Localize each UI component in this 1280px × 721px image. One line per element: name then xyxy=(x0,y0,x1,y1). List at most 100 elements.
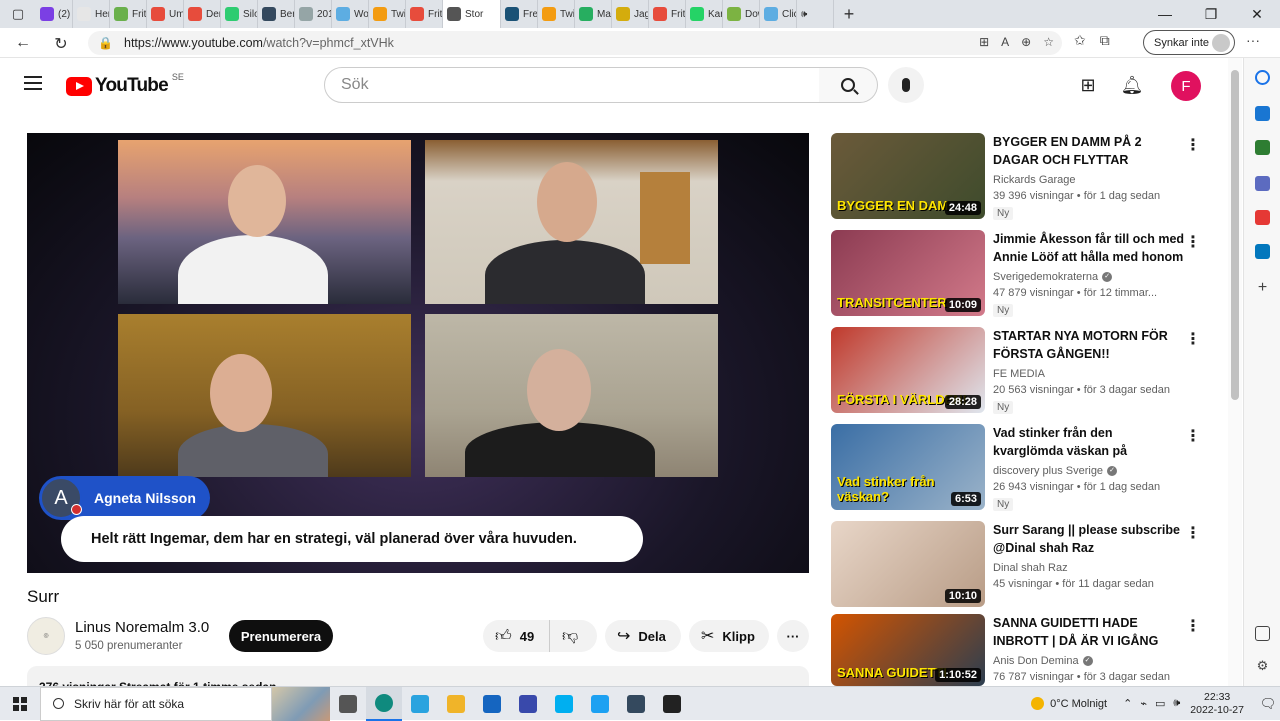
recommended-title[interactable]: Vad stinker från den kvarglömda väskan p… xyxy=(993,424,1185,460)
recommended-video[interactable]: TRANSITCENTER 10:09 Jimmie Åkesson får til… xyxy=(831,230,1211,320)
recommended-channel[interactable]: discovery plus Sverige ✓ xyxy=(993,465,1118,477)
taskbar-app[interactable] xyxy=(510,687,546,721)
taskbar-app[interactable] xyxy=(330,687,366,721)
refresh-button[interactable]: ↻ xyxy=(42,34,80,54)
browser-tab[interactable]: Click xyxy=(760,0,797,28)
page-scrollbar[interactable] xyxy=(1228,58,1242,686)
recommended-channel[interactable]: Anis Don Demina ✓ xyxy=(993,655,1093,667)
start-button[interactable] xyxy=(0,687,40,721)
browser-tab[interactable]: Hem xyxy=(73,0,110,28)
browser-tab[interactable]: 201 xyxy=(295,0,332,28)
sidebar-shopping-icon[interactable] xyxy=(1255,106,1270,121)
tab-audio-icon[interactable]: 🕪︎ xyxy=(797,0,834,28)
more-actions-button[interactable]: ··· xyxy=(777,620,809,652)
video-thumbnail[interactable]: TRANSITCENTER 10:09 xyxy=(831,230,985,316)
clock[interactable]: 22:33 2022-10-27 xyxy=(1190,691,1244,717)
weather-widget[interactable]: 0°C Molnigt xyxy=(1031,697,1107,710)
subscribe-button[interactable]: Prenumerera xyxy=(229,620,333,652)
browser-tab[interactable]: Fritj xyxy=(406,0,443,28)
browser-tab[interactable]: Berg xyxy=(258,0,295,28)
recommended-video[interactable]: FÖRSTA I VÄRLDEN! 28:28 STARTAR NYA MOTORN… xyxy=(831,327,1211,417)
channel-avatar[interactable]: ◎ xyxy=(27,617,65,655)
more-vertical-icon[interactable]: ⋮ xyxy=(1185,329,1201,349)
minimize-button[interactable]: — xyxy=(1142,6,1188,23)
notifications-bell-icon[interactable]: 🔔︎ xyxy=(1121,74,1144,96)
favorite-star-icon[interactable]: ☆ xyxy=(1043,35,1054,49)
video-player[interactable]: A Agneta Nilsson Helt rätt Ingemar, dem … xyxy=(27,133,809,573)
recommended-channel[interactable]: Rickards Garage xyxy=(993,174,1076,186)
recommended-channel[interactable]: Dinal shah Raz xyxy=(993,562,1068,574)
zoom-icon[interactable]: ⊕ xyxy=(1021,35,1031,49)
battery-icon[interactable]: ▭ xyxy=(1155,697,1165,710)
taskbar-app[interactable] xyxy=(366,686,402,721)
more-vertical-icon[interactable]: ⋮ xyxy=(1185,426,1201,446)
tray-chevron-icon[interactable]: ⌃ xyxy=(1123,697,1132,710)
browser-tab[interactable]: Kart xyxy=(686,0,723,28)
recommended-video[interactable]: BYGGER EN DAM 24:48 BYGGER EN DAMM PÅ 2 DA… xyxy=(831,133,1211,223)
tab-actions-icon[interactable]: ▢ xyxy=(0,0,36,28)
taskbar-app[interactable] xyxy=(402,687,438,721)
restore-button[interactable]: ❐ xyxy=(1188,6,1234,23)
url-field[interactable]: 🔒 https://www.youtube.com/watch?v=phmcf_… xyxy=(88,31,1062,55)
voice-search-button[interactable] xyxy=(888,67,924,103)
scrollbar-thumb[interactable] xyxy=(1231,70,1239,400)
sidebar-games-icon[interactable] xyxy=(1255,176,1270,191)
recommended-channel[interactable]: Sverigedemokraterna ✓ xyxy=(993,271,1113,283)
recommended-video[interactable]: SANNA GUIDETTI 1:10:52 SANNA GUIDETTI HADE… xyxy=(831,614,1211,686)
taskbar-app[interactable] xyxy=(438,687,474,721)
profile-sync-button[interactable]: Synkar inte xyxy=(1143,30,1235,55)
sidebar-search-icon[interactable] xyxy=(1255,70,1270,85)
favorites-icon[interactable]: ✩ xyxy=(1074,32,1086,49)
browser-tab[interactable]: Jag xyxy=(612,0,649,28)
more-vertical-icon[interactable]: ⋮ xyxy=(1185,232,1201,252)
search-input[interactable]: Sök xyxy=(324,67,820,103)
browser-tab[interactable]: Twit xyxy=(369,0,406,28)
browser-tab[interactable]: Umo xyxy=(147,0,184,28)
browser-tab[interactable]: Silo xyxy=(221,0,258,28)
browser-tab[interactable]: Twit xyxy=(538,0,575,28)
more-vertical-icon[interactable]: ⋮ xyxy=(1185,523,1201,543)
video-thumbnail[interactable]: BYGGER EN DAM 24:48 xyxy=(831,133,985,219)
recommended-title[interactable]: STARTAR NYA MOTORN FÖR FÖRSTA GÅNGEN!! xyxy=(993,327,1185,363)
browser-tab[interactable]: (2) S xyxy=(36,0,73,28)
video-thumbnail[interactable]: FÖRSTA I VÄRLDEN! 28:28 xyxy=(831,327,985,413)
sidebar-layout-icon[interactable] xyxy=(1255,626,1270,641)
recommended-title[interactable]: BYGGER EN DAMM PÅ 2 DAGAR OCH FLYTTAR EL… xyxy=(993,133,1185,169)
browser-menu-icon[interactable]: ··· xyxy=(1246,32,1260,48)
collections-icon[interactable]: ⧉ xyxy=(1100,32,1110,49)
notifications-icon[interactable]: 🗨︎ xyxy=(1256,696,1280,712)
recommended-video[interactable]: Vad stinker från väskan? 6:53 Vad stinker … xyxy=(831,424,1211,514)
taskbar-app[interactable] xyxy=(582,687,618,721)
like-button[interactable]: 👍︎ 49 xyxy=(483,620,549,652)
sidebar-settings-icon[interactable]: ⚙ xyxy=(1255,658,1270,673)
video-thumbnail[interactable]: 10:10 xyxy=(831,521,985,607)
more-vertical-icon[interactable]: ⋮ xyxy=(1185,135,1201,155)
more-vertical-icon[interactable]: ⋮ xyxy=(1185,616,1201,636)
browser-tab[interactable]: Fritj xyxy=(649,0,686,28)
search-button[interactable] xyxy=(819,67,878,103)
taskbar-app[interactable] xyxy=(654,687,690,721)
app-available-icon[interactable]: ⊞ xyxy=(979,35,989,49)
clip-button[interactable]: ✂ Klipp xyxy=(689,620,769,652)
new-tab-button[interactable]: + xyxy=(834,4,864,25)
create-video-icon[interactable]: ⊞ xyxy=(1077,74,1099,96)
read-aloud-icon[interactable]: A xyxy=(1001,35,1009,49)
channel-name[interactable]: Linus Noremalm 3.0 xyxy=(75,619,209,636)
share-button[interactable]: ↪ Dela xyxy=(605,620,681,652)
back-button[interactable]: ← xyxy=(4,34,42,52)
menu-icon[interactable] xyxy=(24,76,42,90)
taskbar-app[interactable] xyxy=(474,687,510,721)
recommended-title[interactable]: Jimmie Åkesson får till och med Annie Lö… xyxy=(993,230,1185,266)
browser-tab[interactable]: Dow xyxy=(723,0,760,28)
browser-tab[interactable]: Stor xyxy=(443,0,501,28)
account-avatar[interactable]: F xyxy=(1171,71,1201,101)
recommended-title[interactable]: Surr Sarang || please subscribe @Dinal s… xyxy=(993,521,1185,557)
browser-tab[interactable]: Wor xyxy=(332,0,369,28)
browser-tab[interactable]: Mar xyxy=(575,0,612,28)
taskbar-app[interactable] xyxy=(618,687,654,721)
recommended-channel[interactable]: FE MEDIA xyxy=(993,368,1045,380)
youtube-logo[interactable]: YouTube SE xyxy=(66,72,184,97)
recommended-title[interactable]: SANNA GUIDETTI HADE INBROTT | DÅ ÄR VI I… xyxy=(993,614,1185,650)
taskbar-app[interactable] xyxy=(546,687,582,721)
sidebar-office-icon[interactable] xyxy=(1255,210,1270,225)
